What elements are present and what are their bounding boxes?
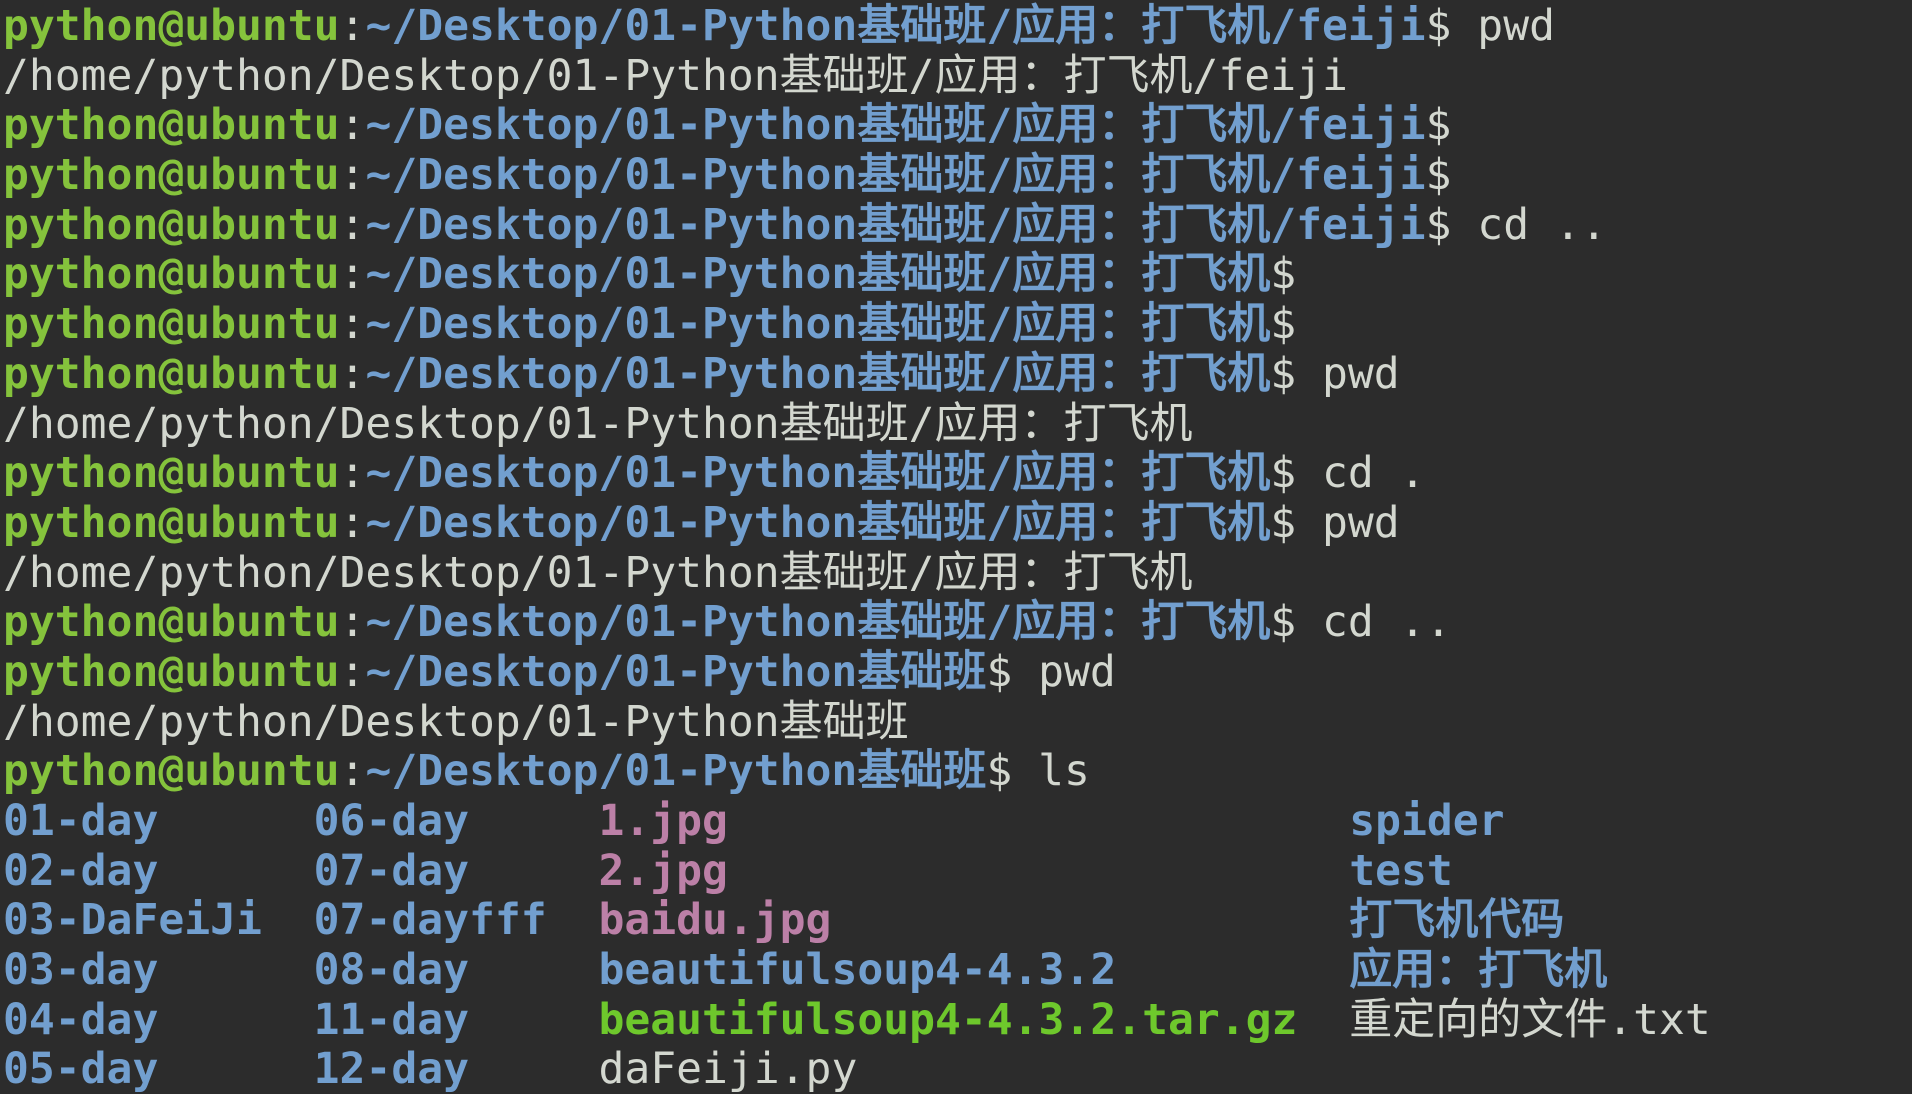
prompt-separator: : [340, 647, 366, 697]
ls-entry: spider [1349, 796, 1504, 846]
prompt-path: ~/Desktop/01-Python基础班/应用：打飞机/feiji [365, 1, 1425, 51]
prompt-separator: : [340, 299, 366, 349]
prompt-separator: : [340, 200, 366, 250]
terminal-line: python@ubuntu:~/Desktop/01-Python基础班/应用：… [3, 598, 1912, 648]
prompt-path: ~/Desktop/01-Python基础班/应用：打飞机/feiji [365, 200, 1425, 250]
prompt-user-host: python@ubuntu [3, 150, 340, 200]
prompt-command: $ pwd [1270, 349, 1399, 399]
terminal-line: python@ubuntu:~/Desktop/01-Python基础班/应用：… [3, 2, 1912, 52]
prompt-user-host: python@ubuntu [3, 349, 340, 399]
prompt-command: $ pwd [986, 647, 1115, 697]
terminal-line: python@ubuntu:~/Desktop/01-Python基础班/应用：… [3, 499, 1912, 549]
prompt-command: $ pwd [1270, 498, 1399, 548]
prompt-path: ~/Desktop/01-Python基础班/应用：打飞机 [365, 249, 1270, 299]
terminal-line: python@ubuntu:~/Desktop/01-Python基础班/应用：… [3, 101, 1912, 151]
prompt-user-host: python@ubuntu [3, 1, 340, 51]
ls-entry: beautifulsoup4-4.3.2 [598, 945, 1349, 995]
prompt-user-host: python@ubuntu [3, 498, 340, 548]
prompt-dollar: $ [1426, 150, 1452, 200]
prompt-path: ~/Desktop/01-Python基础班/应用：打飞机 [365, 448, 1270, 498]
terminal-line: 05-day 12-day daFeiji.py [3, 1045, 1912, 1094]
prompt-separator: : [340, 498, 366, 548]
prompt-path: ~/Desktop/01-Python基础班/应用：打飞机 [365, 597, 1270, 647]
prompt-command: $ ls [986, 746, 1090, 796]
command-output: /home/python/Desktop/01-Python基础班/应用：打飞机 [3, 548, 1193, 598]
ls-entry: baidu.jpg [598, 895, 1349, 945]
prompt-path: ~/Desktop/01-Python基础班/应用：打飞机 [365, 349, 1270, 399]
prompt-separator: : [340, 1, 366, 51]
ls-entry: 重定向的文件.txt [1349, 995, 1711, 1045]
terminal-line: /home/python/Desktop/01-Python基础班 [3, 698, 1912, 748]
prompt-path: ~/Desktop/01-Python基础班 [365, 746, 986, 796]
ls-entry: 05-day [3, 1044, 314, 1094]
ls-entry: daFeiji.py [598, 1044, 857, 1094]
terminal-line: python@ubuntu:~/Desktop/01-Python基础班/应用：… [3, 300, 1912, 350]
prompt-command: $ cd . [1270, 448, 1425, 498]
prompt-separator: : [340, 746, 366, 796]
terminal-line: 01-day 06-day 1.jpg spider [3, 797, 1912, 847]
terminal-line: python@ubuntu:~/Desktop/01-Python基础班/应用：… [3, 250, 1912, 300]
prompt-dollar: $ [1270, 249, 1296, 299]
ls-entry: 01-day [3, 796, 314, 846]
command-output: /home/python/Desktop/01-Python基础班/应用：打飞机 [3, 399, 1193, 449]
prompt-user-host: python@ubuntu [3, 647, 340, 697]
prompt-dollar: $ [1270, 299, 1296, 349]
ls-entry: 03-DaFeiJi [3, 895, 314, 945]
terminal-line: 03-day 08-day beautifulsoup4-4.3.2 应用：打飞… [3, 946, 1912, 996]
ls-entry: 04-day [3, 995, 314, 1045]
ls-entry: beautifulsoup4-4.3.2.tar.gz [598, 995, 1349, 1045]
terminal-line: 03-DaFeiJi 07-dayfff baidu.jpg 打飞机代码 [3, 896, 1912, 946]
prompt-separator: : [340, 448, 366, 498]
terminal-line: python@ubuntu:~/Desktop/01-Python基础班$ ls [3, 747, 1912, 797]
ls-entry: 11-day [314, 995, 599, 1045]
terminal-line: python@ubuntu:~/Desktop/01-Python基础班/应用：… [3, 449, 1912, 499]
terminal-line: python@ubuntu:~/Desktop/01-Python基础班/应用：… [3, 151, 1912, 201]
prompt-dollar: $ [1426, 100, 1452, 150]
terminal-line: 04-day 11-day beautifulsoup4-4.3.2.tar.g… [3, 996, 1912, 1046]
prompt-path: ~/Desktop/01-Python基础班/应用：打飞机 [365, 299, 1270, 349]
prompt-user-host: python@ubuntu [3, 299, 340, 349]
ls-entry: 06-day [314, 796, 599, 846]
ls-entry: 02-day [3, 846, 314, 896]
prompt-path: ~/Desktop/01-Python基础班/应用：打飞机/feiji [365, 150, 1425, 200]
prompt-separator: : [340, 249, 366, 299]
terminal-line: /home/python/Desktop/01-Python基础班/应用：打飞机… [3, 52, 1912, 102]
prompt-separator: : [340, 597, 366, 647]
ls-entry: 03-day [3, 945, 314, 995]
ls-entry: 2.jpg [598, 846, 1349, 896]
ls-entry: 12-day [314, 1044, 599, 1094]
prompt-separator: : [340, 150, 366, 200]
command-output: /home/python/Desktop/01-Python基础班/应用：打飞机… [3, 51, 1348, 101]
prompt-user-host: python@ubuntu [3, 746, 340, 796]
terminal-line: python@ubuntu:~/Desktop/01-Python基础班/应用：… [3, 201, 1912, 251]
terminal-line: /home/python/Desktop/01-Python基础班/应用：打飞机 [3, 549, 1912, 599]
prompt-command: $ pwd [1426, 1, 1555, 51]
terminal-line: python@ubuntu:~/Desktop/01-Python基础班$ pw… [3, 648, 1912, 698]
prompt-command: $ cd .. [1426, 200, 1607, 250]
ls-entry: test [1349, 846, 1453, 896]
prompt-user-host: python@ubuntu [3, 100, 340, 150]
ls-entry: 打飞机代码 [1349, 895, 1564, 945]
terminal-line: 02-day 07-day 2.jpg test [3, 847, 1912, 897]
terminal-screen[interactable]: python@ubuntu:~/Desktop/01-Python基础班/应用：… [0, 0, 1912, 1094]
ls-entry: 07-dayfff [314, 895, 599, 945]
terminal-line: /home/python/Desktop/01-Python基础班/应用：打飞机 [3, 400, 1912, 450]
ls-entry: 07-day [314, 846, 599, 896]
prompt-user-host: python@ubuntu [3, 200, 340, 250]
prompt-user-host: python@ubuntu [3, 597, 340, 647]
command-output: /home/python/Desktop/01-Python基础班 [3, 697, 909, 747]
prompt-path: ~/Desktop/01-Python基础班 [365, 647, 986, 697]
prompt-separator: : [340, 349, 366, 399]
prompt-path: ~/Desktop/01-Python基础班/应用：打飞机/feiji [365, 100, 1425, 150]
ls-entry: 08-day [314, 945, 599, 995]
ls-entry: 1.jpg [598, 796, 1349, 846]
prompt-separator: : [340, 100, 366, 150]
terminal-line: python@ubuntu:~/Desktop/01-Python基础班/应用：… [3, 350, 1912, 400]
ls-entry: 应用：打飞机 [1349, 945, 1607, 995]
prompt-command: $ cd .. [1270, 597, 1451, 647]
prompt-path: ~/Desktop/01-Python基础班/应用：打飞机 [365, 498, 1270, 548]
prompt-user-host: python@ubuntu [3, 448, 340, 498]
prompt-user-host: python@ubuntu [3, 249, 340, 299]
